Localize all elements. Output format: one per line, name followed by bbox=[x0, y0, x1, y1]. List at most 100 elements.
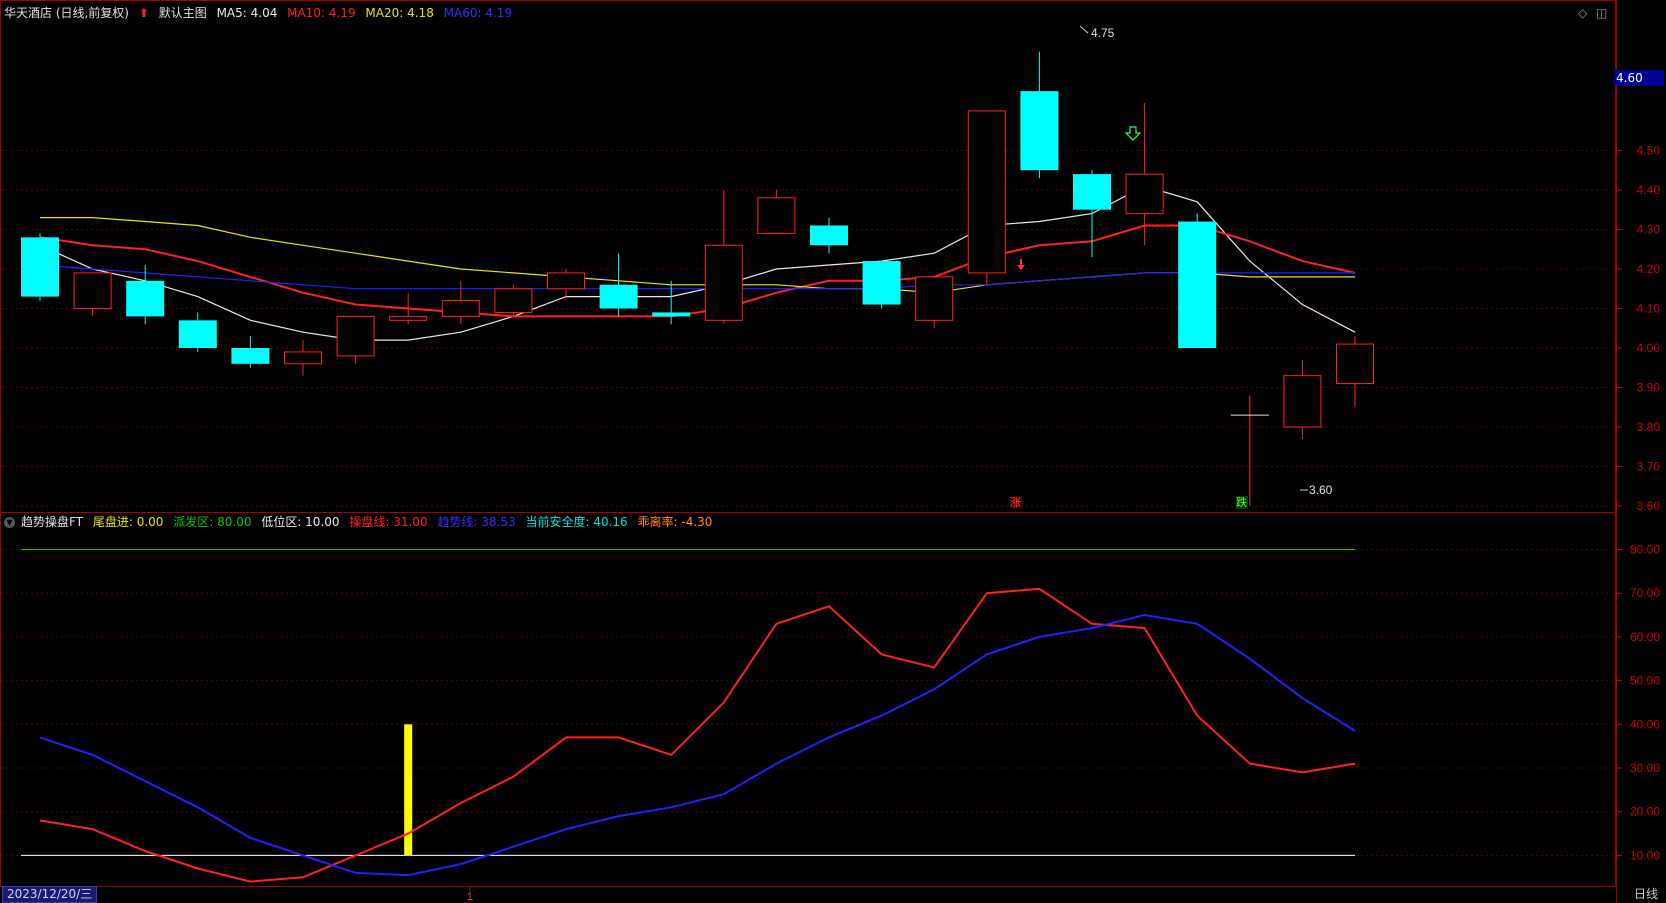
ma-line-ma20 bbox=[40, 217, 1355, 294]
y-tick-label: 60.00 bbox=[1630, 630, 1660, 644]
y-tick-label: 4.10 bbox=[1637, 301, 1661, 315]
candle-body bbox=[1073, 174, 1111, 210]
panel-toggle-icon[interactable]: ◫ bbox=[1596, 6, 1607, 20]
high-price-marker: 4.75 bbox=[1079, 25, 1115, 40]
indicator-label-1: 尾盘进: 0.00 bbox=[92, 515, 164, 529]
main-y-axis: 3.60 3.70 3.80 3.90 4.00 4.10 4.20 4.30 4.40 4.50 bbox=[1616, 143, 1660, 513]
candle bbox=[652, 280, 691, 325]
candle-body bbox=[178, 320, 217, 348]
svg-text:3.60: 3.60 bbox=[1309, 483, 1333, 497]
candle-body bbox=[494, 288, 533, 313]
candle bbox=[1020, 51, 1059, 179]
diamond-icon[interactable]: ◇ bbox=[1578, 6, 1587, 20]
candle-body bbox=[704, 244, 743, 321]
y-tick-label: 4.40 bbox=[1637, 183, 1661, 197]
y-tick-label: 3.70 bbox=[1637, 460, 1661, 474]
candle bbox=[336, 315, 375, 364]
low-price-marker: 3.60 bbox=[1300, 483, 1333, 497]
candle-body bbox=[810, 225, 848, 246]
period-label[interactable]: 日线 bbox=[1634, 886, 1658, 902]
indicator-label-5: 趋势线: 38.53 bbox=[437, 515, 516, 529]
candle bbox=[704, 189, 743, 325]
main-panel-frame bbox=[0, 0, 1616, 513]
indicator-lines bbox=[39, 587, 1356, 883]
candle bbox=[599, 253, 638, 317]
sell-signal-marker: 跌 bbox=[1236, 495, 1248, 509]
candle bbox=[178, 312, 217, 352]
indicator-label-6: 当前安全度: 40.16 bbox=[525, 515, 628, 529]
indicator-label-2: 派发区: 80.00 bbox=[173, 515, 252, 529]
candle bbox=[1283, 359, 1322, 439]
candle bbox=[73, 272, 112, 317]
svg-text:跌: 跌 bbox=[1236, 495, 1247, 509]
candle-body bbox=[1020, 91, 1059, 171]
candle bbox=[1178, 213, 1217, 348]
candle-body bbox=[389, 315, 428, 321]
indicator-line bbox=[39, 587, 1356, 883]
candle-body bbox=[73, 272, 112, 309]
candle-body bbox=[336, 315, 375, 357]
candle bbox=[757, 189, 796, 234]
ma-line-ma10 bbox=[39, 224, 1356, 318]
candle-body bbox=[915, 276, 954, 321]
indicator-levels bbox=[21, 548, 1355, 856]
y-tick-label: 3.90 bbox=[1637, 381, 1661, 395]
trend-up-icon: ⬆ bbox=[138, 6, 149, 20]
candle bbox=[915, 276, 954, 329]
y-tick-label: 4.00 bbox=[1637, 341, 1661, 355]
y-tick-label: 4.50 bbox=[1637, 143, 1661, 157]
candle-body bbox=[599, 284, 638, 309]
y-tick-label: 30.00 bbox=[1630, 761, 1660, 775]
up-arrow-icon bbox=[1017, 259, 1025, 270]
candle-body bbox=[441, 300, 480, 317]
y-tick-label: 3.80 bbox=[1637, 420, 1661, 434]
ma5-label: MA5: 4.04 bbox=[216, 6, 278, 20]
candle bbox=[231, 336, 270, 368]
indicator-label-7: 乖离率: -4.30 bbox=[637, 515, 713, 529]
candle-body bbox=[1336, 343, 1374, 385]
candle-body bbox=[1125, 173, 1164, 215]
indicator-name[interactable]: 趋势操盘FT bbox=[21, 515, 83, 529]
candle bbox=[1073, 170, 1111, 258]
candle bbox=[547, 268, 585, 297]
y-tick-label: 4.20 bbox=[1637, 262, 1661, 276]
candle bbox=[810, 217, 848, 254]
collapse-icon[interactable]: ▼ bbox=[4, 517, 15, 528]
candle bbox=[1230, 395, 1269, 507]
down-arrow-icon bbox=[1124, 126, 1142, 141]
stock-title[interactable]: 华天酒店 (日线,前复权) bbox=[4, 6, 129, 20]
main-gridlines bbox=[1, 149, 1615, 507]
current-price-tag: 4.60 bbox=[1614, 70, 1664, 86]
candle bbox=[284, 340, 322, 376]
ma20-label: MA20: 4.18 bbox=[365, 6, 434, 20]
candle-body bbox=[284, 351, 322, 365]
buy-signal-marker: 涨 bbox=[1010, 496, 1022, 509]
y-tick-label: 10.00 bbox=[1630, 848, 1660, 862]
candle bbox=[967, 110, 1006, 285]
chart-canvas[interactable]: 3.60 3.70 3.80 3.90 4.00 4.10 4.20 4.30 4.40 4.50… bbox=[0, 0, 1666, 903]
y-tick-label: 80.00 bbox=[1630, 542, 1660, 556]
candle-body bbox=[757, 197, 796, 234]
candle bbox=[1125, 102, 1164, 246]
y-tick-label: 4.30 bbox=[1637, 222, 1661, 236]
candle-body bbox=[1283, 375, 1322, 428]
indicator-panel-frame bbox=[0, 512, 1616, 887]
candle-body bbox=[1178, 221, 1217, 348]
candle-body bbox=[967, 110, 1006, 274]
candle bbox=[441, 280, 480, 325]
candle-body bbox=[231, 348, 270, 364]
indicator-panel-header: ▼ 趋势操盘FT 尾盘进: 0.00 派发区: 80.00 低位区: 10.00 … bbox=[4, 513, 718, 531]
candle bbox=[494, 284, 533, 317]
indicator-y-axis: 10.00 20.00 30.00 40.00 50.00 60.00 70.00 80.00 bbox=[1616, 542, 1660, 862]
svg-text:4.75: 4.75 bbox=[1091, 26, 1115, 40]
y-tick-label: 20.00 bbox=[1630, 805, 1660, 819]
indicator-label-4: 操盘线: 31.00 bbox=[349, 515, 428, 529]
ma60-label: MA60: 4.19 bbox=[443, 6, 513, 20]
candle-body bbox=[21, 237, 59, 297]
candle-body bbox=[547, 272, 585, 290]
candle-body bbox=[126, 280, 165, 317]
y-tick-label: 50.00 bbox=[1630, 674, 1660, 688]
date-readout: 2023/12/20/三 bbox=[2, 886, 98, 903]
chart-name[interactable]: 默认主图 bbox=[159, 6, 207, 20]
candle bbox=[1336, 336, 1374, 408]
